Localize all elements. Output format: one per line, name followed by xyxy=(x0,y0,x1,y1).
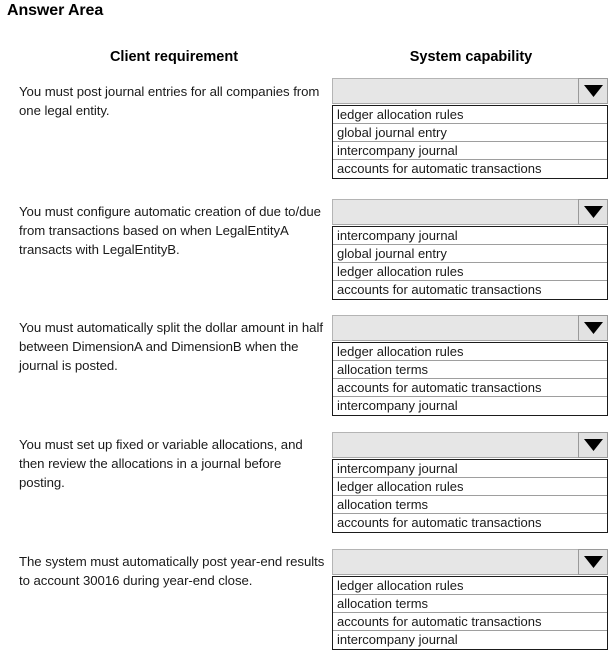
dropdown-option[interactable]: intercompany journal xyxy=(333,397,607,415)
dropdown-option[interactable]: global journal entry xyxy=(333,124,607,142)
chevron-down-icon[interactable] xyxy=(578,432,608,458)
chevron-down-icon[interactable] xyxy=(578,315,608,341)
client-requirement-text: The system must automatically post year-… xyxy=(19,554,325,588)
dropdown-option-list[interactable]: ledger allocation rules allocation terms a… xyxy=(332,576,608,650)
dropdown-option[interactable]: intercompany journal xyxy=(333,631,607,649)
dropdown-option[interactable]: accounts for automatic transactions xyxy=(333,514,607,532)
chevron-down-icon[interactable] xyxy=(578,199,608,225)
system-capability-dropdown[interactable]: ledger allocation rules global journal en… xyxy=(332,78,608,179)
dropdown-select-box[interactable] xyxy=(332,549,608,575)
dropdown-option-list[interactable]: intercompany journal global journal entry… xyxy=(332,226,608,300)
system-capability-dropdown[interactable]: ledger allocation rules allocation terms a… xyxy=(332,315,608,416)
dropdown-option[interactable]: global journal entry xyxy=(333,245,607,263)
dropdown-select-box[interactable] xyxy=(332,432,608,458)
dropdown-option-list[interactable]: intercompany journal ledger allocation ru… xyxy=(332,459,608,533)
question-rows: You must post journal entries for all co… xyxy=(0,0,616,667)
client-requirement-text: You must configure automatic creation of… xyxy=(19,204,321,257)
dropdown-select-box[interactable] xyxy=(332,315,608,341)
chevron-down-icon[interactable] xyxy=(578,549,608,575)
dropdown-option[interactable]: ledger allocation rules xyxy=(333,343,607,361)
system-capability-dropdown[interactable]: intercompany journal ledger allocation ru… xyxy=(332,432,608,533)
dropdown-option[interactable]: allocation terms xyxy=(333,496,607,514)
dropdown-option[interactable]: ledger allocation rules xyxy=(333,478,607,496)
dropdown-option[interactable]: accounts for automatic transactions xyxy=(333,160,607,178)
dropdown-option[interactable]: ledger allocation rules xyxy=(333,577,607,595)
client-requirement-text: You must set up fixed or variable alloca… xyxy=(19,437,303,490)
dropdown-option[interactable]: intercompany journal xyxy=(333,142,607,160)
dropdown-option[interactable]: intercompany journal xyxy=(333,227,607,245)
dropdown-option[interactable]: allocation terms xyxy=(333,595,607,613)
dropdown-option[interactable]: ledger allocation rules xyxy=(333,263,607,281)
dropdown-option[interactable]: intercompany journal xyxy=(333,460,607,478)
dropdown-select-box[interactable] xyxy=(332,199,608,225)
dropdown-option-list[interactable]: ledger allocation rules allocation terms a… xyxy=(332,342,608,416)
dropdown-option[interactable]: accounts for automatic transactions xyxy=(333,379,607,397)
dropdown-option[interactable]: allocation terms xyxy=(333,361,607,379)
system-capability-dropdown[interactable]: intercompany journal global journal entry… xyxy=(332,199,608,300)
system-capability-dropdown[interactable]: ledger allocation rules allocation terms a… xyxy=(332,549,608,650)
client-requirement-text: You must post journal entries for all co… xyxy=(19,84,320,118)
dropdown-option-list[interactable]: ledger allocation rules global journal en… xyxy=(332,105,608,179)
chevron-down-icon[interactable] xyxy=(578,78,608,104)
dropdown-select-box[interactable] xyxy=(332,78,608,104)
client-requirement-text: You must automatically split the dollar … xyxy=(19,320,323,373)
dropdown-option[interactable]: ledger allocation rules xyxy=(333,106,607,124)
dropdown-option[interactable]: accounts for automatic transactions xyxy=(333,613,607,631)
dropdown-option[interactable]: accounts for automatic transactions xyxy=(333,281,607,299)
